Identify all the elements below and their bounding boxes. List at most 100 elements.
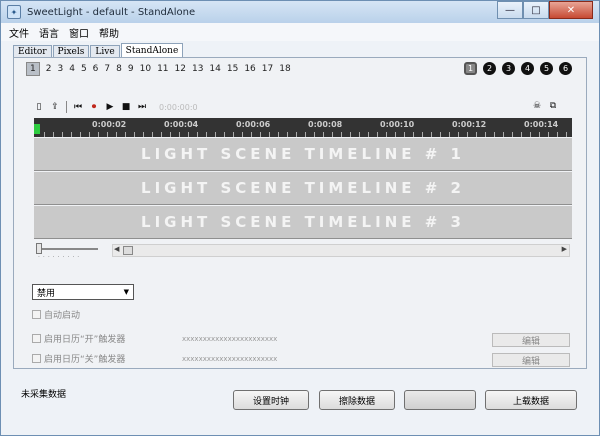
time-ruler[interactable]: 0:00:02 0:00:04 0:00:06 0:00:08 0:00:10 0:00:… [34,118,572,137]
ruler-tick [323,132,324,137]
menu-help[interactable]: 帮助 [99,25,119,40]
erase-data-button[interactable]: 擦除数据 [319,390,395,410]
scene-number-18[interactable]: 18 [279,64,290,74]
scene-number-14[interactable]: 14 [209,64,220,74]
channel-button-5[interactable]: 5 [540,62,553,75]
set-clock-button[interactable]: 设置时钟 [233,390,309,410]
scene-number-1[interactable]: 1 [26,62,40,76]
status-text: 未采集数据 [21,390,67,400]
ruler-tick [530,132,531,137]
ruler-tick [269,132,270,137]
scene-number-7[interactable]: 7 [104,64,110,74]
scene-number-15[interactable]: 15 [227,64,238,74]
scene-number-17[interactable]: 17 [262,64,273,74]
scene-number-10[interactable]: 10 [140,64,151,74]
calendar-on-label: 启用日历“开”触发器 [44,335,126,345]
auto-start-option[interactable]: 自动启动 [32,308,80,321]
calendar-off-value: xxxxxxxxxxxxxxxxxxxxxxx [182,355,278,363]
ruler-tick [305,132,306,137]
play-icon[interactable]: ▶ [105,102,115,112]
timeline-row-3[interactable]: LIGHT SCENE TIMELINE # 3 [34,206,572,239]
skip-forward-icon[interactable]: ⏭ [137,102,147,112]
ruler-tick [215,132,216,137]
ruler-tick [188,132,189,137]
maximize-button[interactable]: □ [523,1,549,19]
calendar-off-option[interactable]: 启用日历“关”触发器 [32,352,125,365]
zoom-slider-thumb[interactable] [36,243,42,254]
scene-number-2[interactable]: 2 [46,64,52,74]
ruler-tick [332,132,333,137]
import-icon[interactable]: ⇪ [50,102,60,112]
minimize-button[interactable]: — [497,1,523,19]
scene-number-4[interactable]: 4 [69,64,75,74]
channel-button-1[interactable]: 1 [464,62,477,75]
ruler-label: 0:00:14 [524,120,559,129]
scene-number-11[interactable]: 11 [157,64,168,74]
zoom-slider-track[interactable] [36,248,98,250]
scroll-left-icon[interactable]: ◀ [114,245,119,253]
menu-window[interactable]: 窗口 [69,25,89,40]
ruler-tick [62,132,63,137]
channel-button-4[interactable]: 4 [521,62,534,75]
calendar-off-checkbox[interactable] [32,354,41,363]
playhead-cursor[interactable] [34,124,40,134]
calendar-off-edit-button[interactable]: 编辑 [492,353,570,367]
scene-number-13[interactable]: 13 [192,64,203,74]
record-icon[interactable]: ⏺ [89,102,99,112]
new-file-icon[interactable]: ▯ [34,102,44,112]
timeline-row-2[interactable]: LIGHT SCENE TIMELINE # 2 [34,172,572,205]
scene-number-5[interactable]: 5 [81,64,87,74]
ruler-tick [152,132,153,137]
calendar-on-checkbox[interactable] [32,334,41,343]
tab-standalone[interactable]: StandAlone [120,43,184,58]
mode-select[interactable]: 禁用 ▼ [32,284,134,300]
timeline-row-1[interactable]: LIGHT SCENE TIMELINE # 1 [34,138,572,171]
stop-icon[interactable]: ■ [121,102,131,112]
ruler-tick [377,132,378,137]
scene-number-9[interactable]: 9 [128,64,134,74]
ruler-tick [71,132,72,137]
scroll-right-icon[interactable]: ▶ [562,245,567,253]
time-counter: 0:00:00:0 [159,102,198,112]
skip-back-icon[interactable]: ⏮ [73,102,83,112]
skull-icon[interactable]: ☠ [532,101,542,111]
channel-button-6[interactable]: 6 [559,62,572,75]
scene-number-6[interactable]: 6 [93,64,99,74]
ruler-tick [368,132,369,137]
ruler-tick [395,132,396,137]
scene-number-16[interactable]: 16 [244,64,255,74]
menu-file[interactable]: 文件 [9,25,29,40]
ruler-label: 0:00:04 [164,120,199,129]
auto-start-checkbox[interactable] [32,310,41,319]
upload-data-button[interactable]: 上载数据 [485,390,577,410]
channel-button-3[interactable]: 3 [502,62,515,75]
ruler-tick [548,132,549,137]
close-button[interactable]: ✕ [549,1,593,19]
horizontal-scrollbar[interactable]: ◀ ▶ [112,244,570,257]
ruler-tick [98,132,99,137]
ruler-tick [494,132,495,137]
scroll-thumb[interactable] [123,246,133,255]
scene-number-3[interactable]: 3 [57,64,63,74]
scroll-row: ········· ◀ ▶ [34,242,572,262]
calendar-on-edit-button[interactable]: 编辑 [492,333,570,347]
ruler-label: 0:00:10 [380,120,415,129]
ruler-label: 0:00:06 [236,120,271,129]
copy-icon[interactable]: ⧉ [548,101,558,111]
channel-button-2[interactable]: 2 [483,62,496,75]
ruler-tick [431,132,432,137]
ruler-tick [161,132,162,137]
scene-number-12[interactable]: 12 [175,64,186,74]
calendar-off-label: 启用日历“关”触发器 [44,355,126,365]
ruler-tick [251,132,252,137]
auto-start-label: 自动启动 [44,311,81,321]
ruler-tick [458,132,459,137]
scene-number-8[interactable]: 8 [116,64,122,74]
menu-language[interactable]: 语言 [39,25,59,40]
channel-selector: 123456 [458,62,572,75]
ruler-tick [134,132,135,137]
blank-button[interactable] [404,390,476,410]
menu-bar: 文件 语言 窗口 帮助 [1,23,599,41]
standalone-panel: 1 2 3 4 5 6 7 8 9 10 11 12 13 14 15 16 17 18 123456 ▯ ⇪ ⏮… [13,57,587,369]
calendar-on-option[interactable]: 启用日历“开”触发器 [32,332,125,345]
